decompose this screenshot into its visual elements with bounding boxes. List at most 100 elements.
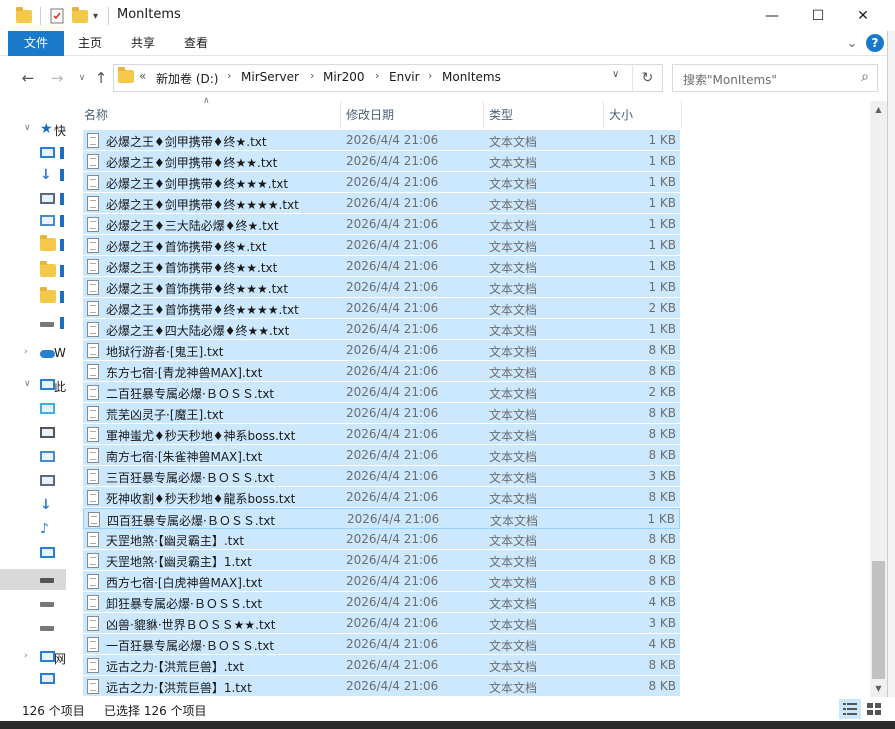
nav-item[interactable] — [0, 261, 66, 282]
help-icon[interactable]: ? — [866, 34, 884, 52]
breadcrumb-separator-icon[interactable]: › — [227, 69, 231, 82]
file-size: 1 KB — [648, 217, 676, 231]
expand-chevron-icon[interactable]: › — [24, 651, 28, 661]
nav-item[interactable] — [0, 313, 66, 334]
properties-icon[interactable] — [49, 6, 65, 26]
nav-item[interactable] — [0, 543, 66, 564]
nav-item[interactable] — [0, 593, 66, 614]
maximize-button[interactable]: ☐ — [795, 0, 841, 31]
file-row[interactable]: 天罡地煞·【幽灵霸主】1.txt 2026/4/4 21:06 文本文档 8 KB — [83, 550, 680, 571]
back-arrow-icon[interactable]: ← — [18, 69, 38, 87]
file-row[interactable]: 天罡地煞·【幽灵霸主】.txt 2026/4/4 21:06 文本文档 8 KB — [83, 529, 680, 550]
file-size: 1 KB — [648, 154, 676, 168]
close-button[interactable]: ✕ — [840, 0, 886, 31]
up-arrow-icon[interactable]: ↑ — [91, 69, 111, 87]
breadcrumb-separator-icon[interactable]: › — [428, 69, 432, 82]
new-folder-icon[interactable] — [72, 6, 88, 26]
file-row[interactable]: 远古之力·【洪荒巨兽】1.txt 2026/4/4 21:06 文本文档 8 KB — [83, 676, 680, 697]
nav-item[interactable] — [0, 399, 66, 420]
file-row[interactable]: 必爆之王♦四大陆必爆♦终★★.txt 2026/4/4 21:06 文本文档 1 KB — [83, 319, 680, 340]
scrollbar-thumb[interactable] — [872, 561, 885, 679]
breadcrumb-drive[interactable]: 新加卷 (D:) — [156, 70, 218, 87]
nav-item[interactable] — [0, 569, 66, 590]
file-row[interactable]: 二百狂暴专属必爆·ＢＯＳＳ.txt 2026/4/4 21:06 文本文档 2 KB — [83, 382, 680, 403]
file-row[interactable]: 必爆之王♦剑甲携带♦终★★★★.txt 2026/4/4 21:06 文本文档 1 K… — [83, 193, 680, 214]
nav-item[interactable] — [0, 669, 66, 690]
breadcrumb-overflow[interactable]: « — [139, 69, 146, 83]
tab-share[interactable]: 共享 — [118, 31, 168, 56]
file-row[interactable]: 西方七宿·[白虎神兽MAX].txt 2026/4/4 21:06 文本文档 8 KB — [83, 571, 680, 592]
address-dropdown-icon[interactable]: ∨ — [612, 69, 619, 80]
file-row[interactable]: 地狱行游者·[鬼王].txt 2026/4/4 21:06 文本文档 8 KB — [83, 340, 680, 361]
nav-item[interactable]: ★ 快 ∨ — [0, 119, 66, 140]
nav-item[interactable] — [0, 189, 66, 210]
customize-qa-icon[interactable]: ▾ — [93, 6, 98, 26]
nav-item[interactable]: ♪ — [0, 519, 66, 540]
file-row[interactable]: 远古之力·【洪荒巨兽】.txt 2026/4/4 21:06 文本文档 8 KB — [83, 655, 680, 676]
column-date[interactable]: 修改日期 — [340, 101, 483, 129]
nav-item[interactable] — [0, 235, 66, 256]
recent-locations-icon[interactable]: ∨ — [72, 69, 92, 87]
nav-item[interactable] — [0, 423, 66, 444]
nav-item[interactable] — [0, 447, 66, 468]
file-row[interactable]: 卸狂暴专属必爆·ＢＯＳＳ.txt 2026/4/4 21:06 文本文档 4 KB — [83, 592, 680, 613]
column-size[interactable]: 大小 — [603, 101, 681, 129]
file-row[interactable]: 必爆之王♦剑甲携带♦终★★.txt 2026/4/4 21:06 文本文档 1 KB — [83, 151, 680, 172]
ribbon-expand-icon[interactable]: ⌄ — [842, 31, 862, 56]
file-row[interactable]: 必爆之王♦剑甲携带♦终★★★.txt 2026/4/4 21:06 文本文档 1 KB — [83, 172, 680, 193]
file-date: 2026/4/4 21:06 — [346, 532, 439, 546]
tab-home[interactable]: 主页 — [66, 31, 114, 56]
tab-view[interactable]: 查看 — [172, 31, 220, 56]
file-name: 必爆之王♦剑甲携带♦终★★★.txt — [106, 177, 289, 191]
nav-item[interactable]: ↓ — [0, 495, 66, 516]
file-row[interactable]: 四百狂暴专属必爆·ＢＯＳＳ.txt 2026/4/4 21:06 文本文档 1 KB — [83, 508, 680, 529]
scroll-up-icon[interactable]: ▲ — [870, 101, 887, 118]
breadcrumb-separator-icon[interactable]: › — [375, 69, 379, 82]
search-input[interactable]: 搜索"MonItems" — [683, 71, 777, 88]
large-icons-view-button[interactable] — [863, 699, 885, 719]
nav-item[interactable]: 此 ∨ — [0, 375, 66, 396]
file-row[interactable]: 东方七宿·[青龙神兽MAX].txt 2026/4/4 21:06 文本文档 8 KB — [83, 361, 680, 382]
file-row[interactable]: 必爆之王♦三大陆必爆♦终★.txt 2026/4/4 21:06 文本文档 1 KB — [83, 214, 680, 235]
forward-arrow-icon[interactable]: → — [47, 69, 67, 87]
nav-item[interactable]: W › — [0, 343, 66, 364]
expand-chevron-icon[interactable]: ∨ — [24, 123, 31, 133]
nav-item[interactable] — [0, 471, 66, 492]
file-row[interactable]: 軍神蚩尤♦秒天秒地♦神系boss.txt 2026/4/4 21:06 文本文档 8 … — [83, 424, 680, 445]
scroll-down-icon[interactable]: ▼ — [870, 680, 887, 697]
expand-chevron-icon[interactable]: › — [24, 347, 28, 357]
tab-file[interactable]: 文件 — [8, 31, 64, 56]
column-type[interactable]: 类型 — [483, 101, 603, 129]
file-row[interactable]: 南方七宿·[朱雀神兽MAX].txt 2026/4/4 21:06 文本文档 8 KB — [83, 445, 680, 466]
breadcrumb-monitems[interactable]: MonItems — [442, 70, 501, 84]
file-row[interactable]: 必爆之王♦首饰携带♦终★★★.txt 2026/4/4 21:06 文本文档 1 KB — [83, 277, 680, 298]
file-row[interactable]: 必爆之王♦首饰携带♦终★.txt 2026/4/4 21:06 文本文档 1 KB — [83, 235, 680, 256]
details-view-button[interactable] — [839, 699, 861, 719]
breadcrumb-envir[interactable]: Envir — [389, 70, 420, 84]
search-box[interactable]: 搜索"MonItems" ⌕ — [672, 64, 878, 92]
nav-item[interactable] — [0, 143, 66, 164]
file-row[interactable]: 凶兽·貔貅·世界ＢＯＳＳ★★.txt 2026/4/4 21:06 文本文档 3 KB — [83, 613, 680, 634]
file-size: 8 KB — [648, 364, 676, 378]
nav-item[interactable] — [0, 287, 66, 308]
minimize-button[interactable]: — — [749, 0, 795, 31]
refresh-button[interactable]: ↻ — [632, 64, 663, 92]
breadcrumb-separator-icon[interactable]: › — [310, 69, 314, 82]
expand-chevron-icon[interactable]: ∨ — [24, 379, 31, 389]
file-row[interactable]: 荒芜凶灵子·[魔王].txt 2026/4/4 21:06 文本文档 8 KB — [83, 403, 680, 424]
nav-item[interactable]: 网 › — [0, 647, 66, 668]
file-row[interactable]: 必爆之王♦首饰携带♦终★★★★.txt 2026/4/4 21:06 文本文档 2 K… — [83, 298, 680, 319]
file-row[interactable]: 三百狂暴专属必爆·ＢＯＳＳ.txt 2026/4/4 21:06 文本文档 3 KB — [83, 466, 680, 487]
file-row[interactable]: 死神收割♦秒天秒地♦龍系boss.txt 2026/4/4 21:06 文本文档 8 … — [83, 487, 680, 508]
file-size: 8 KB — [648, 553, 676, 567]
breadcrumb-mir200[interactable]: Mir200 — [323, 70, 365, 84]
nav-item[interactable] — [0, 211, 66, 232]
nav-item[interactable] — [0, 617, 66, 638]
file-name: 地狱行游者·[鬼王].txt — [106, 345, 224, 359]
vertical-scrollbar[interactable]: ▲ ▼ — [870, 101, 887, 697]
file-row[interactable]: 必爆之王♦首饰携带♦终★★.txt 2026/4/4 21:06 文本文档 1 KB — [83, 256, 680, 277]
nav-item[interactable]: ↓ — [0, 165, 66, 186]
file-row[interactable]: 必爆之王♦剑甲携带♦终★.txt 2026/4/4 21:06 文本文档 1 KB — [83, 130, 680, 151]
breadcrumb-mirserver[interactable]: MirServer — [241, 70, 299, 84]
file-row[interactable]: 一百狂暴专属必爆·ＢＯＳＳ.txt 2026/4/4 21:06 文本文档 4 KB — [83, 634, 680, 655]
